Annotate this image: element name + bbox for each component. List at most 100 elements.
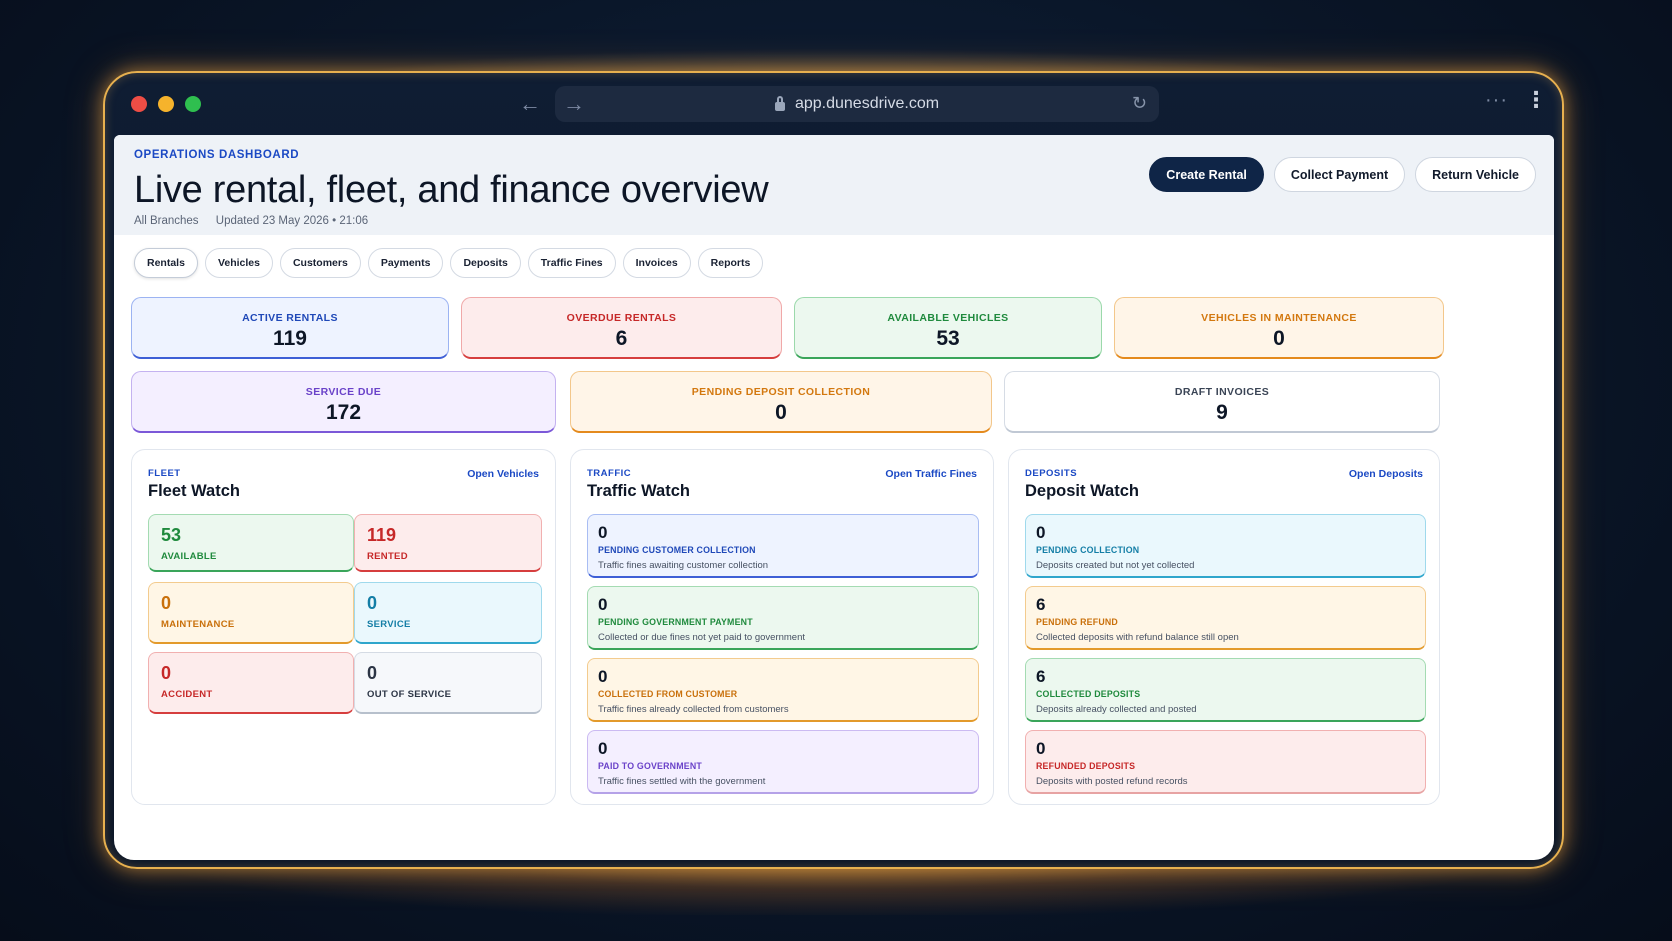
create-rental-button[interactable]: Create Rental [1149, 157, 1264, 192]
maximize-window-button[interactable] [185, 96, 201, 112]
stat-vehicles-in-maintenance[interactable]: VEHICLES IN MAINTENANCE 0 [1114, 297, 1444, 359]
deposit-card-value: 6 [1036, 595, 1046, 614]
stat-label: ACTIVE RENTALS [242, 312, 338, 324]
deposit-card-value: 0 [1036, 523, 1046, 542]
return-vehicle-button[interactable]: Return Vehicle [1415, 157, 1536, 192]
deposit-card-value: 0 [1036, 739, 1046, 758]
traffic-card-description: Traffic fines settled with the governmen… [598, 776, 766, 787]
stat-value: 119 [273, 327, 307, 350]
fleet-card-label: MAINTENANCE [161, 619, 235, 630]
traffic-card-label: PENDING CUSTOMER COLLECTION [598, 545, 756, 555]
fleet-card-value: 0 [161, 663, 172, 683]
traffic-card-value: 0 [598, 595, 608, 614]
fleet-card-maintenance[interactable]: 0 MAINTENANCE [148, 582, 354, 644]
traffic-card-label: PAID TO GOVERNMENT [598, 761, 702, 771]
traffic-card-label: COLLECTED FROM CUSTOMER [598, 689, 738, 699]
panel-title: Fleet Watch [148, 482, 240, 500]
open-vehicles-link[interactable]: Open Vehicles [467, 468, 539, 480]
stat-value: 6 [615, 327, 628, 350]
stat-label: AVAILABLE VEHICLES [887, 312, 1009, 324]
tab-rentals[interactable]: Rentals [134, 248, 198, 278]
fleet-card-label: SERVICE [367, 619, 411, 630]
fleet-card-value: 0 [367, 663, 378, 683]
deposit-card-label: REFUNDED DEPOSITS [1036, 761, 1136, 771]
collect-payment-button[interactable]: Collect Payment [1273, 157, 1406, 192]
traffic-card-paid-to-government[interactable]: 0 PAID TO GOVERNMENT Traffic fines settl… [587, 730, 979, 794]
fleet-card-label: OUT OF SERVICE [367, 689, 452, 700]
deposit-card-description: Deposits with posted refund records [1036, 776, 1188, 787]
fleet-card-label: RENTED [367, 551, 408, 562]
deposit-card-pending-refund[interactable]: 6 PENDING REFUND Collected deposits with… [1025, 586, 1426, 650]
stat-label: OVERDUE RENTALS [566, 312, 677, 324]
fleet-card-accident[interactable]: 0 ACCIDENT [148, 652, 354, 714]
stat-value: 0 [775, 401, 787, 424]
traffic-card-description: Traffic fines awaiting customer collecti… [598, 560, 769, 571]
fleet-card-value: 119 [367, 525, 397, 545]
fleet-card-value: 0 [367, 593, 378, 613]
stat-overdue-rentals[interactable]: OVERDUE RENTALS 6 [461, 297, 782, 359]
tab-customers[interactable]: Customers [279, 248, 361, 278]
reload-icon[interactable]: ↻ [1132, 93, 1147, 114]
stat-label: DRAFT INVOICES [1174, 386, 1270, 398]
stat-active-rentals[interactable]: ACTIVE RENTALS 119 [131, 297, 449, 359]
fleet-card-label: AVAILABLE [161, 551, 217, 562]
stat-service-due[interactable]: SERVICE DUE 172 [131, 371, 556, 433]
deposit-card-description: Deposits created but not yet collected [1036, 560, 1195, 571]
forward-arrow-icon[interactable]: → [561, 91, 587, 117]
address-bar[interactable]: → app.dunesdrive.com ↻ [555, 86, 1159, 122]
lock-icon [774, 95, 785, 111]
stat-value: 53 [936, 327, 960, 350]
panel-title: Traffic Watch [587, 482, 690, 500]
open-deposits-link[interactable]: Open Deposits [1349, 468, 1423, 480]
traffic-card-collected-from-customer[interactable]: 0 COLLECTED FROM CUSTOMER Traffic fines … [587, 658, 979, 722]
deposit-card-label: COLLECTED DEPOSITS [1036, 689, 1141, 699]
traffic-card-description: Collected or due fines not yet paid to g… [598, 632, 806, 643]
tab-deposits[interactable]: Deposits [450, 248, 521, 278]
stat-value: 172 [325, 401, 362, 424]
stat-available-vehicles[interactable]: AVAILABLE VEHICLES 53 [794, 297, 1102, 359]
traffic-card-value: 0 [598, 739, 608, 758]
tab-vehicles[interactable]: Vehicles [204, 248, 273, 278]
tab-traffic-fines[interactable]: Traffic Fines [527, 248, 616, 278]
header-meta: All Branches Updated 23 May 2026 • 21:06 [134, 215, 368, 227]
tab-invoices[interactable]: Invoices [622, 248, 691, 278]
fleet-card-out-of-service[interactable]: 0 OUT OF SERVICE [354, 652, 542, 714]
more-horizontal-icon[interactable]: ··· [1485, 89, 1508, 112]
tab-payments[interactable]: Payments [367, 248, 444, 278]
updated-timestamp: Updated 23 May 2026 • 21:06 [215, 215, 369, 227]
url-text: app.dunesdrive.com [794, 95, 940, 112]
deposit-card-label: PENDING REFUND [1036, 617, 1118, 627]
panel-tag: DEPOSITS [1025, 468, 1078, 479]
fleet-card-available[interactable]: 53 AVAILABLE [148, 514, 354, 572]
deposit-card-pending-collection[interactable]: 0 PENDING COLLECTION Deposits created bu… [1025, 514, 1426, 578]
traffic-card-pending-customer-collection[interactable]: 0 PENDING CUSTOMER COLLECTION Traffic fi… [587, 514, 979, 578]
stat-pending-deposit-collection[interactable]: PENDING DEPOSIT COLLECTION 0 [570, 371, 992, 433]
close-window-button[interactable] [131, 96, 147, 112]
panel-tag: TRAFFIC [587, 468, 632, 479]
app-screen: OPERATIONS DASHBOARD Live rental, fleet,… [114, 135, 1554, 860]
traffic-card-pending-government-payment[interactable]: 0 PENDING GOVERNMENT PAYMENT Collected o… [587, 586, 979, 650]
kebab-menu-icon[interactable]: ⋮ [1525, 87, 1547, 113]
header-eyebrow: OPERATIONS DASHBOARD [134, 149, 300, 161]
minimize-window-button[interactable] [158, 96, 174, 112]
stat-label: PENDING DEPOSIT COLLECTION [691, 386, 871, 398]
deposit-card-collected-deposits[interactable]: 6 COLLECTED DEPOSITS Deposits already co… [1025, 658, 1426, 722]
stat-label: SERVICE DUE [305, 386, 382, 398]
header-actions: Create Rental Collect Payment Return Veh… [1149, 157, 1536, 192]
stat-label: VEHICLES IN MAINTENANCE [1201, 312, 1357, 324]
deposit-card-description: Collected deposits with refund balance s… [1036, 632, 1239, 643]
panel-tag: FLEET [148, 468, 181, 479]
stat-draft-invoices[interactable]: DRAFT INVOICES 9 [1004, 371, 1440, 433]
branch-label: All Branches [134, 215, 199, 227]
fleet-card-rented[interactable]: 119 RENTED [354, 514, 542, 572]
deposit-watch-panel: DEPOSITS Deposit Watch Open Deposits 0 P… [1008, 449, 1440, 805]
back-arrow-icon[interactable]: ← [517, 91, 543, 117]
deposit-card-refunded-deposits[interactable]: 0 REFUNDED DEPOSITS Deposits with posted… [1025, 730, 1426, 794]
stat-value: 9 [1216, 401, 1228, 424]
open-traffic-fines-link[interactable]: Open Traffic Fines [885, 468, 977, 480]
tab-reports[interactable]: Reports [697, 248, 764, 278]
deposit-card-label: PENDING COLLECTION [1036, 545, 1140, 555]
traffic-card-value: 0 [598, 523, 608, 542]
section-tabs: Rentals Vehicles Customers Payments Depo… [134, 248, 764, 278]
fleet-card-service[interactable]: 0 SERVICE [354, 582, 542, 644]
